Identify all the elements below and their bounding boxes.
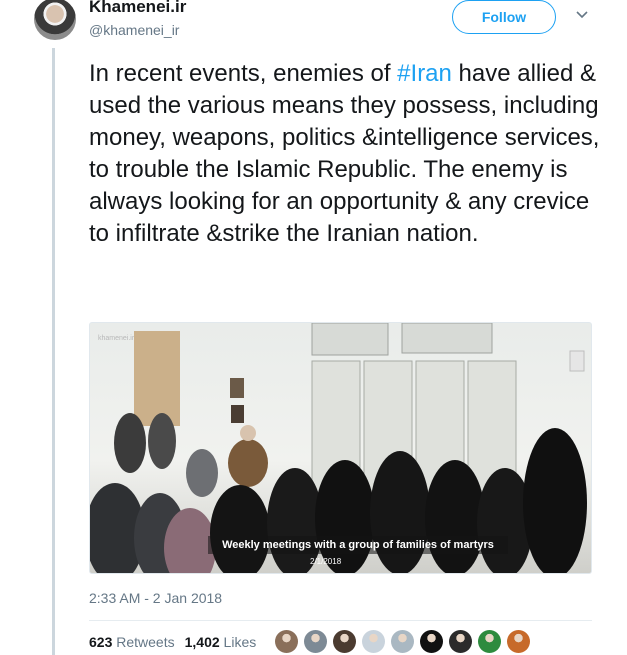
tweet-text: In recent events, enemies of #Iran have …	[89, 58, 609, 250]
follow-button[interactable]: Follow	[452, 0, 556, 34]
crowd-figure	[240, 425, 256, 441]
transom-window	[401, 323, 493, 354]
tweet-timestamp[interactable]: 2:33 AM - 2 Jan 2018	[89, 590, 222, 606]
liker-avatar-6[interactable]	[420, 630, 443, 653]
handle[interactable]: @khamenei_ir	[89, 22, 179, 38]
transom-window	[311, 323, 389, 356]
likes-count: 1,402	[184, 634, 220, 650]
crowd-figure	[186, 449, 218, 497]
crowd-figure	[210, 485, 270, 573]
photo-caption: Weekly meetings with a group of families…	[208, 536, 508, 554]
liker-avatar-8[interactable]	[478, 630, 501, 653]
curtain	[134, 331, 180, 426]
wall-frame	[231, 405, 244, 423]
crowd-figure	[425, 460, 485, 573]
tweet-photo[interactable]: khamenei.ir Weekly meetings with a group…	[89, 322, 592, 574]
avatar[interactable]	[32, 0, 78, 42]
liker-avatar-3[interactable]	[333, 630, 356, 653]
crowd-figure	[148, 413, 176, 469]
liker-avatar-1[interactable]	[275, 630, 298, 653]
hashtag-link[interactable]: #Iran	[397, 60, 452, 87]
tweet-text-before: In recent events, enemies of	[89, 60, 398, 87]
retweets-count: 623	[89, 634, 113, 650]
photo-date: 2/1/2018	[310, 557, 342, 566]
divider	[89, 620, 592, 621]
liker-avatar-7[interactable]	[449, 630, 472, 653]
crowd-figure	[523, 428, 587, 573]
wall-frame	[230, 378, 244, 398]
crowd-figure	[370, 451, 430, 573]
liker-avatar-5[interactable]	[391, 630, 414, 653]
liker-avatar-4[interactable]	[362, 630, 385, 653]
likes-label: Likes	[223, 634, 257, 650]
wall-fixture	[569, 350, 585, 372]
display-name[interactable]: Khamenei.ir	[89, 0, 186, 17]
liker-avatar-2[interactable]	[304, 630, 327, 653]
photo-watermark: khamenei.ir	[98, 335, 135, 342]
liker-avatar-9[interactable]	[507, 630, 530, 653]
crowd-figure	[228, 439, 268, 487]
engagement-stats: 623 Retweets 1,402 Likes	[89, 634, 256, 650]
chevron-down-icon[interactable]	[576, 9, 588, 21]
thread-line	[52, 48, 55, 655]
tweet-text-after: have allied & used the various means the…	[89, 60, 600, 247]
liker-avatars	[275, 630, 530, 653]
likes-stat[interactable]: 1,402 Likes	[185, 634, 257, 650]
crowd-figure	[114, 413, 146, 473]
retweets-stat[interactable]: 623 Retweets	[89, 634, 175, 650]
retweets-label: Retweets	[116, 634, 175, 650]
